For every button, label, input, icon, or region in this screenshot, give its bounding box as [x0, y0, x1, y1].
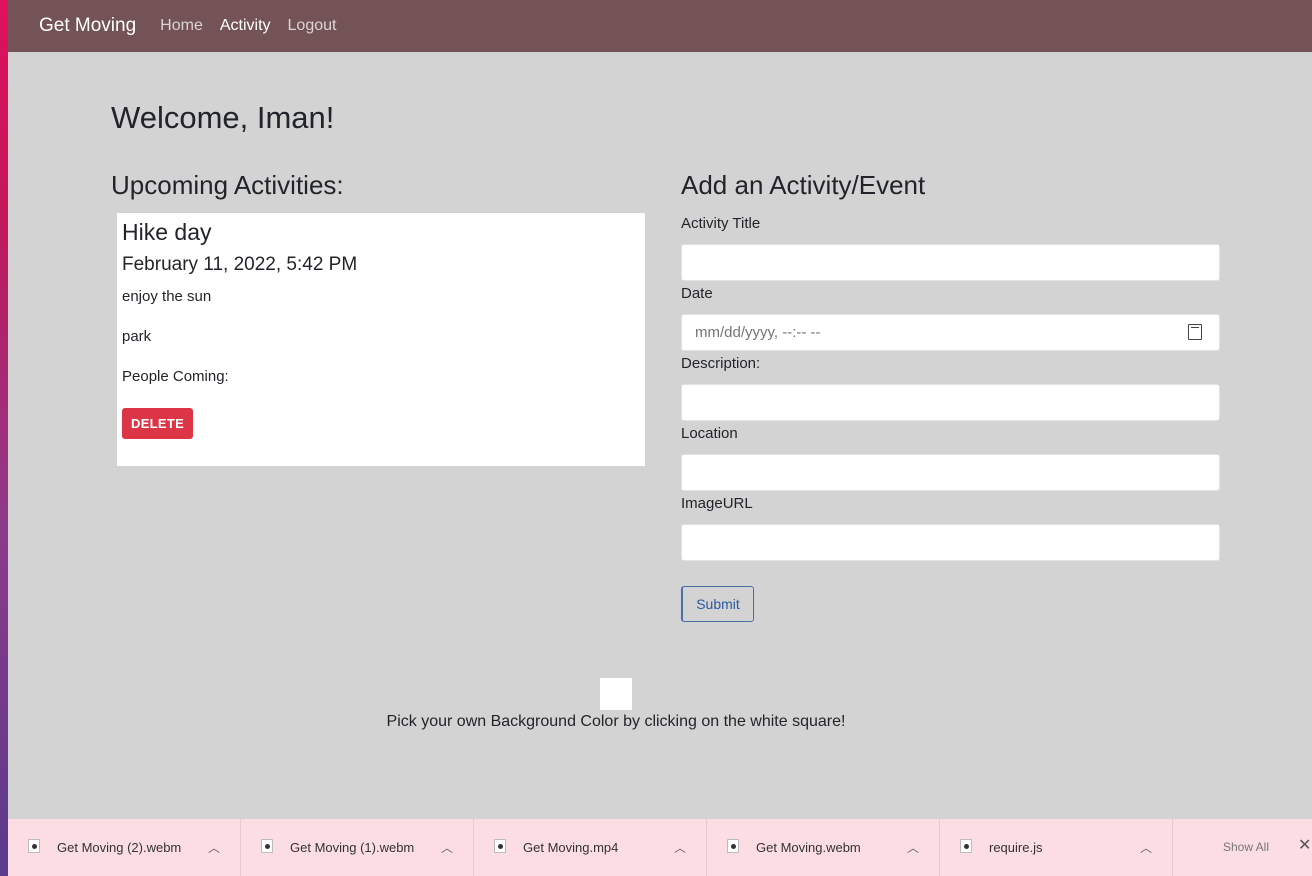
- download-bar: Get Moving (2).webm ︿ Get Moving (1).web…: [8, 819, 1312, 876]
- activity-card: Hike day February 11, 2022, 5:42 PM enjo…: [117, 213, 645, 466]
- download-item[interactable]: Get Moving (1).webm ︿: [241, 819, 474, 876]
- welcome-heading: Welcome, Iman!: [111, 100, 335, 135]
- download-filename: Get Moving.mp4: [523, 840, 619, 855]
- description-label: Description:: [681, 355, 761, 372]
- calendar-icon[interactable]: [1188, 324, 1202, 340]
- brand-link[interactable]: Get Moving: [39, 15, 136, 37]
- activity-title-label: Activity Title: [681, 215, 761, 232]
- image-url-label: ImageURL: [681, 495, 753, 512]
- download-item[interactable]: require.js ︿: [940, 819, 1173, 876]
- file-icon: [494, 839, 506, 853]
- chevron-up-icon[interactable]: ︿: [1140, 839, 1152, 856]
- download-filename: Get Moving.webm: [756, 840, 861, 855]
- activity-description: enjoy the sun: [122, 288, 212, 305]
- download-item[interactable]: Get Moving (2).webm ︿: [8, 819, 241, 876]
- chevron-up-icon[interactable]: ︿: [441, 839, 453, 856]
- date-label: Date: [681, 285, 713, 302]
- download-item[interactable]: Get Moving.mp4 ︿: [474, 819, 707, 876]
- add-activity-heading: Add an Activity/Event: [681, 170, 926, 200]
- download-filename: Get Moving (1).webm: [290, 840, 415, 855]
- chevron-up-icon[interactable]: ︿: [907, 839, 919, 856]
- delete-button[interactable]: DELETE: [122, 408, 194, 439]
- date-input[interactable]: [681, 314, 1220, 351]
- people-coming-label: People Coming:: [122, 368, 229, 385]
- file-icon: [960, 839, 972, 853]
- nav-home[interactable]: Home: [160, 17, 203, 35]
- image-url-input[interactable]: [681, 524, 1220, 561]
- color-picker-hint: Pick your own Background Color by clicki…: [386, 713, 846, 730]
- desktop-edge: [0, 0, 8, 876]
- activity-location: park: [122, 328, 152, 345]
- show-all-button[interactable]: Show All: [1208, 835, 1284, 859]
- nav-logout[interactable]: Logout: [288, 17, 337, 35]
- chevron-up-icon[interactable]: ︿: [674, 839, 686, 856]
- location-input[interactable]: [681, 454, 1220, 491]
- date-field: [681, 314, 1220, 351]
- download-item[interactable]: Get Moving.webm ︿: [707, 819, 940, 876]
- close-icon[interactable]: ✕: [1298, 835, 1311, 855]
- upcoming-activities-heading: Upcoming Activities:: [111, 170, 344, 200]
- activity-title-input[interactable]: [681, 244, 1220, 281]
- location-label: Location: [681, 425, 738, 442]
- activity-date: February 11, 2022, 5:42 PM: [122, 254, 358, 275]
- chevron-up-icon[interactable]: ︿: [208, 839, 220, 856]
- file-icon: [727, 839, 739, 853]
- activity-title: Hike day: [122, 219, 212, 245]
- file-icon: [28, 839, 40, 853]
- nav-activity[interactable]: Activity: [220, 17, 271, 35]
- description-input[interactable]: [681, 384, 1220, 421]
- download-filename: Get Moving (2).webm: [57, 840, 182, 855]
- download-filename: require.js: [989, 840, 1043, 855]
- submit-button[interactable]: Submit: [681, 586, 754, 622]
- background-color-picker[interactable]: [600, 678, 632, 710]
- file-icon: [261, 839, 273, 853]
- navbar: Get Moving Home Activity Logout: [8, 0, 1312, 52]
- add-activity-form: Activity Title Date Description: Locatio…: [681, 214, 1220, 564]
